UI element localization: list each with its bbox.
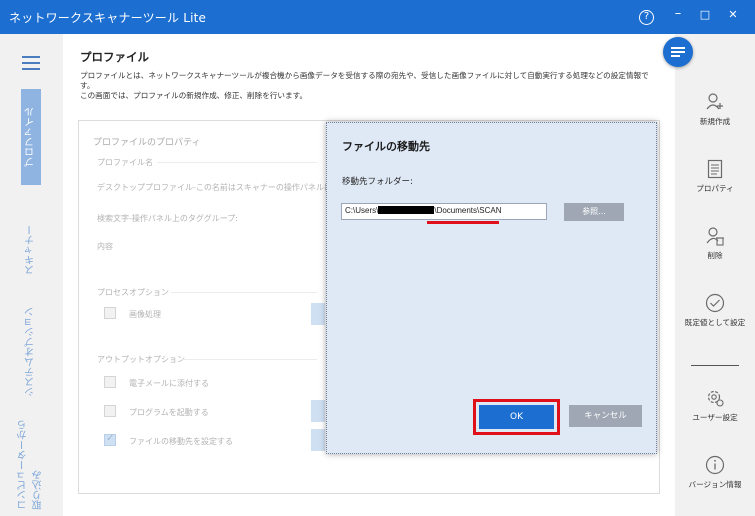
nav-tab-import-from-computer[interactable]: コンピューターから取り込み: [18, 414, 44, 510]
window-title: ネットワークスキャナーツール Lite: [9, 11, 207, 25]
delete-button[interactable]: 削除: [675, 226, 755, 261]
new-profile-button[interactable]: 新規作成: [675, 92, 755, 127]
set-destination-label: ファイルの移動先を設定する: [129, 437, 233, 446]
dialog-title: ファイルの移動先: [342, 140, 430, 153]
divider: [691, 365, 739, 366]
ok-button[interactable]: OK: [479, 405, 554, 429]
gear-icon: [707, 390, 724, 407]
divider: [157, 162, 317, 163]
minimize-icon[interactable]: –: [667, 6, 689, 21]
image-processing-label: 画像処理: [129, 310, 161, 319]
process-options-label: プロセスオプション: [97, 288, 169, 297]
info-icon: [705, 455, 725, 475]
page-description: プロファイルとは、ネットワークスキャナーツールが複合機から画像データを受信する際…: [80, 71, 649, 100]
set-default-button[interactable]: 既定値として設定: [675, 293, 755, 328]
user-settings-button[interactable]: ユーザー設定: [675, 388, 755, 423]
right-nav: 新規作成 プロパティ 削除 既定値として設定 ユーザー設定 バージョン情報: [675, 34, 755, 516]
email-attach-label: 電子メールに添付する: [129, 379, 209, 388]
profile-name-field[interactable]: デスクトッププロファイル-この名前はスキャナーの操作パネルに表示さ: [97, 182, 356, 193]
email-attach-checkbox[interactable]: [104, 376, 116, 388]
path-highlight-underline: [427, 221, 499, 224]
nav-tab-scanner[interactable]: スキャナー: [21, 212, 41, 288]
edit-button[interactable]: [311, 400, 325, 422]
set-destination-checkbox[interactable]: [104, 433, 116, 446]
browse-button[interactable]: 参照...: [564, 203, 624, 221]
left-nav: プロファイル スキャナー システムオプション コンピューターから取り込み: [0, 34, 63, 516]
divider: [181, 359, 317, 360]
title-bar: ネットワークスキャナーツール Lite ? – □ ✕: [0, 0, 755, 34]
help-icon[interactable]: ?: [639, 10, 654, 25]
redacted-username: [378, 206, 435, 214]
version-info-button[interactable]: バージョン情報: [675, 455, 755, 490]
hamburger-menu-icon[interactable]: [22, 56, 40, 74]
divider: [171, 292, 317, 293]
edit-button[interactable]: [311, 429, 325, 451]
content-label: 内容: [97, 242, 113, 251]
check-circle-icon: [705, 293, 725, 313]
cancel-button[interactable]: キャンセル: [569, 405, 642, 427]
search-tag-label: 検索文字-操作パネル上のタググループ:: [97, 214, 238, 223]
close-icon[interactable]: ✕: [722, 8, 744, 21]
profile-name-label: プロファイル名: [97, 158, 153, 167]
file-destination-dialog: ファイルの移動先 移動先フォルダー: C:\Users\ \Documents\S…: [326, 122, 657, 454]
delete-user-icon: [706, 227, 724, 246]
image-processing-checkbox[interactable]: [104, 307, 116, 319]
destination-folder-label: 移動先フォルダー:: [342, 177, 413, 187]
document-icon: [707, 159, 723, 179]
properties-header: プロファイルのプロパティ: [93, 138, 201, 148]
nav-tab-profile[interactable]: プロファイル: [21, 89, 41, 185]
page-title: プロファイル: [80, 50, 149, 64]
launch-program-checkbox[interactable]: [104, 405, 116, 417]
output-options-label: アウトプットオプション: [97, 355, 185, 364]
add-user-icon: [706, 93, 723, 110]
properties-button[interactable]: プロパティ: [675, 159, 755, 194]
destination-folder-input[interactable]: C:\Users\ \Documents\SCAN: [341, 203, 547, 220]
maximize-icon[interactable]: □: [694, 8, 716, 21]
launch-program-label: プログラムを起動する: [129, 408, 209, 417]
edit-button[interactable]: [311, 303, 325, 325]
nav-tab-system-options[interactable]: システムオプション: [21, 302, 41, 402]
menu-fab-button[interactable]: [663, 37, 693, 67]
